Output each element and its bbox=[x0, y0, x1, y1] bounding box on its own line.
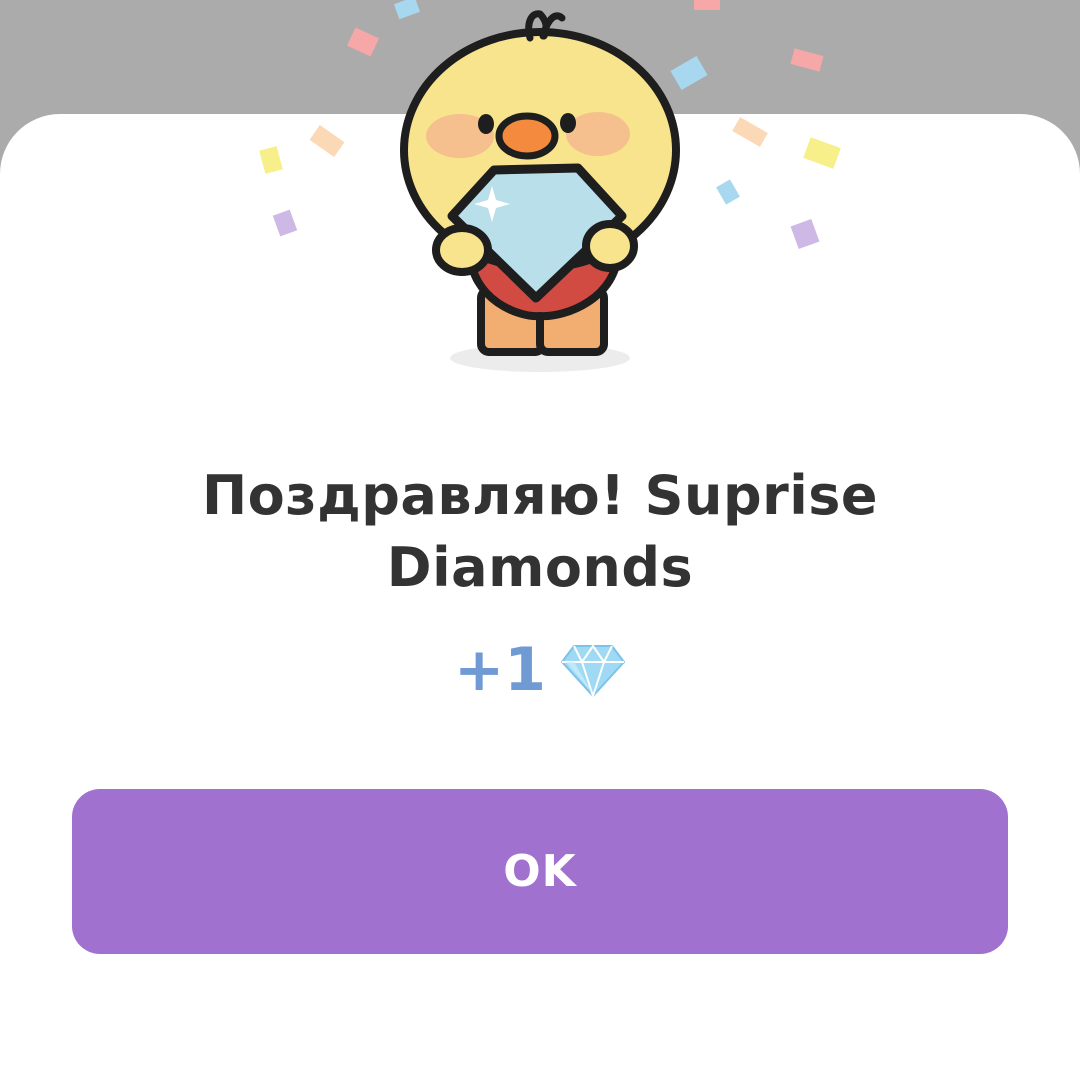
reward-row: +1 bbox=[0, 630, 1080, 710]
reward-amount: +1 bbox=[453, 635, 547, 705]
diamond-icon bbox=[561, 645, 626, 697]
reward-dialog-screen: Поздравляю! Suprise Diamonds +1 OK bbox=[0, 0, 1080, 1080]
ok-button[interactable]: OK bbox=[72, 789, 1008, 954]
duck-with-diamond-illustration bbox=[259, 0, 841, 372]
reward-title: Поздравляю! Suprise Diamonds bbox=[201, 464, 879, 599]
